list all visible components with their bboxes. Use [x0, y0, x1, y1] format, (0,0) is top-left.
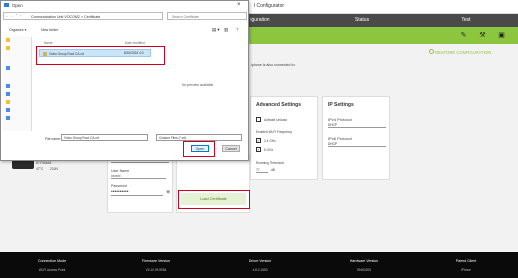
- footer-firmware-value: V4.10.09.5954: [145, 268, 167, 272]
- device-temperature: 47°C: [36, 167, 44, 171]
- search-input[interactable]: Search Certificate: [167, 12, 247, 20]
- tab-test[interactable]: Test: [414, 14, 518, 27]
- ipv4-protocol-select[interactable]: DHCP: [328, 122, 386, 128]
- onedrive-icon[interactable]: [6, 66, 10, 70]
- filename-input[interactable]: Volvo Group Root CA.crt: [61, 134, 148, 141]
- credentials-panel: WPA2 User Name xxxxxx Password •••••••••…: [107, 155, 173, 213]
- column-date-header[interactable]: Date modified: [125, 41, 145, 45]
- app-title: l Configurator: [254, 3, 285, 9]
- activate-unicast-checkbox[interactable]: [256, 117, 261, 122]
- new-folder-button[interactable]: New folder: [41, 28, 58, 32]
- load-certificate-highlight: Load Certificate: [178, 190, 250, 209]
- file-name: Volvo Group Root CA.crt: [49, 52, 84, 56]
- freq-24-checkbox[interactable]: ✓: [256, 138, 261, 143]
- tab-status[interactable]: Status: [310, 14, 414, 27]
- freq-24-label: 2.4 GHz: [264, 139, 276, 143]
- load-certificate-button[interactable]: Load Certificate: [181, 193, 246, 205]
- ip-settings-panel: IP Settings IPv4 Protocol DHCP IPv6 Prot…: [322, 96, 390, 180]
- dialog-titlebar: Open ×: [1, 1, 248, 10]
- drive-icon[interactable]: [6, 108, 10, 112]
- pc-icon[interactable]: [6, 92, 10, 96]
- folder-icon[interactable]: [6, 100, 10, 104]
- footer-connection-mode-label: Connection Mode: [37, 259, 67, 263]
- dialog-title: Open: [12, 3, 23, 8]
- view-options-icon[interactable]: ▤ ▾: [212, 27, 220, 33]
- dialog-app-icon: [4, 3, 9, 7]
- nav-arrows-icon[interactable]: ← → ⌃ ↑: [5, 13, 22, 18]
- filetype-select[interactable]: Custom Files (*.crt): [156, 134, 242, 141]
- filename-label: File name:: [45, 137, 61, 141]
- no-preview-text: No preview available.: [182, 83, 215, 87]
- advanced-settings-panel: Advanced Settings Activate Unicast Enabl…: [250, 96, 318, 180]
- footer-connection-mode-value: Wi-Fi Access Point: [38, 268, 66, 272]
- advanced-settings-title: Advanced Settings: [256, 102, 302, 108]
- ipv6-protocol-select[interactable]: DHCP: [328, 141, 386, 147]
- help-icon[interactable]: ?: [236, 27, 238, 32]
- show-password-icon[interactable]: 👁: [166, 190, 170, 194]
- footer-firmware-label: Firmware Version: [142, 259, 170, 263]
- folder-icon[interactable]: [6, 46, 10, 50]
- file-date: 8/15/2024 4:0: [124, 51, 144, 55]
- status-footer: Connection Mode Wi-Fi Access Point Firmw…: [0, 252, 518, 278]
- edit-icon[interactable]: ✎: [459, 31, 468, 40]
- footer-driver-label: Driver Version: [248, 259, 272, 263]
- device-id: 57 F06644: [36, 161, 52, 165]
- navigation-pane: [3, 36, 31, 131]
- activate-unicast-label: Activate Unicast: [264, 118, 287, 122]
- freq-5-label: 5 GHz: [264, 148, 274, 152]
- ip-settings-title: IP Settings: [328, 102, 354, 108]
- open-file-dialog: Open × Communication Unit VOCOM2 > Certi…: [0, 0, 249, 161]
- footer-driver-value: 4.8.2.1653: [252, 268, 268, 272]
- footer-paired-client-value: iPhone: [461, 268, 471, 272]
- drive-icon[interactable]: [6, 116, 10, 120]
- cancel-button[interactable]: Cancel: [222, 145, 240, 152]
- restore-icon[interactable]: [429, 49, 434, 54]
- password-input[interactable]: ••••••••••: [111, 190, 163, 196]
- enabled-frequency-label: Enabled Wi-Fi Frequency: [256, 130, 292, 134]
- user-name-input[interactable]: xxxxxx: [111, 174, 166, 179]
- certificate-file-icon: [43, 52, 47, 57]
- column-name-header[interactable]: Name: [44, 41, 53, 45]
- footer-hardware-label: Hardware Version: [349, 259, 379, 263]
- roaming-threshold-label: Roaming Threshold: [256, 161, 284, 165]
- footer-paired-client-label: Paired Client: [455, 259, 477, 263]
- connected-text: iphone is also connected to:: [251, 63, 296, 67]
- address-bar[interactable]: Communication Unit VOCOM2 > Certificate: [3, 12, 163, 20]
- password-label: Password: [111, 184, 127, 188]
- footer-hardware-value: 09460200: [356, 268, 372, 272]
- folder-icon[interactable]: [6, 38, 10, 42]
- pc-icon[interactable]: [6, 84, 10, 88]
- device-voltage: 23.8V: [50, 167, 59, 171]
- roaming-unit: dB: [271, 168, 275, 172]
- restore-configuration-button[interactable]: RESTORE CONFIGURATION: [435, 50, 491, 55]
- wrench-icon[interactable]: ⚒: [478, 31, 487, 40]
- roaming-threshold-input[interactable]: 77: [256, 168, 268, 173]
- save-icon[interactable]: ▣: [497, 31, 506, 40]
- user-name-label: User Name: [111, 169, 130, 173]
- freq-5-checkbox[interactable]: ✓: [256, 147, 261, 152]
- preview-pane-icon[interactable]: ▥: [224, 27, 228, 33]
- organize-button[interactable]: Organize ▾: [9, 28, 26, 32]
- pane-divider: [31, 37, 32, 131]
- close-icon[interactable]: ×: [237, 2, 241, 8]
- open-button[interactable]: Open: [191, 145, 209, 152]
